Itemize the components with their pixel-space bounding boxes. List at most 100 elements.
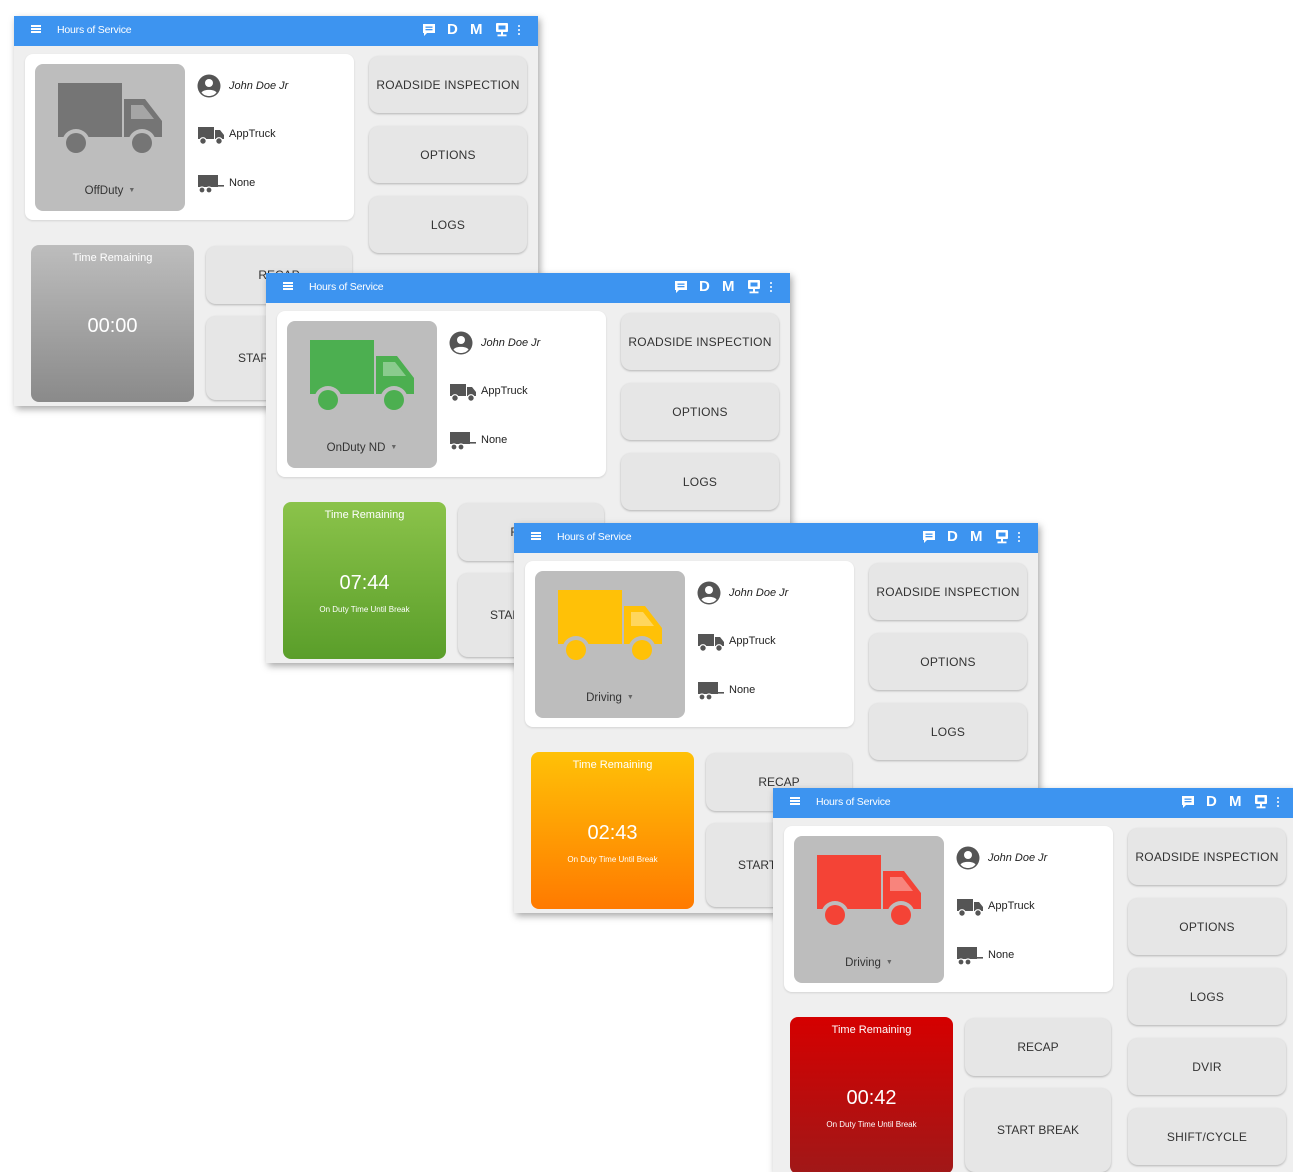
duty-status-text: OffDuty xyxy=(84,185,124,197)
eld-device-icon[interactable] xyxy=(995,529,1009,545)
truck-status-icon xyxy=(558,590,662,664)
message-icon[interactable] xyxy=(674,280,688,294)
options-button[interactable]: OPTIONS xyxy=(369,126,527,183)
start-break-button[interactable]: START BREAK xyxy=(965,1088,1111,1172)
malfunction-m-button[interactable]: M xyxy=(970,528,983,545)
duty-status-selector[interactable]: OnDuty ND ▼ xyxy=(287,321,437,468)
hamburger-menu-icon[interactable] xyxy=(283,282,293,290)
trailer-name: None xyxy=(988,949,1015,961)
overflow-menu-icon[interactable] xyxy=(518,25,521,37)
roadside-inspection-button[interactable]: ROADSIDE INSPECTION xyxy=(621,313,779,370)
dot-inspection-d-button[interactable]: D xyxy=(699,278,710,295)
person-account-icon xyxy=(197,74,221,98)
options-button[interactable]: OPTIONS xyxy=(869,633,1027,690)
app-title: Hours of Service xyxy=(57,24,132,36)
time-remaining-value: 02:43 xyxy=(587,822,638,844)
vehicle-truck-icon xyxy=(698,634,724,652)
driver-name: John Doe Jr xyxy=(229,80,289,92)
duty-status-text: Driving xyxy=(586,692,622,704)
vehicle-name: AppTruck xyxy=(729,635,776,647)
roadside-inspection-button[interactable]: ROADSIDE INSPECTION xyxy=(369,56,527,113)
dropdown-caret-icon: ▼ xyxy=(885,959,893,967)
hos-screen-4: Hours of Service D M Driving ▼ John Doe … xyxy=(773,788,1293,1172)
trailer-icon xyxy=(198,175,224,194)
person-account-icon xyxy=(697,581,721,605)
driver-status-card: Driving ▼ John Doe Jr AppTruck None xyxy=(525,561,854,727)
malfunction-m-button[interactable]: M xyxy=(470,21,483,38)
trailer-name: None xyxy=(481,434,508,446)
app-bar: Hours of Service D M xyxy=(266,273,790,303)
time-remaining-title: Time Remaining xyxy=(572,759,653,771)
vehicle-truck-icon xyxy=(450,384,476,402)
dot-inspection-d-button[interactable]: D xyxy=(947,528,958,545)
overflow-menu-icon[interactable] xyxy=(1277,797,1280,809)
trailer-name: None xyxy=(229,177,256,189)
time-remaining-title: Time Remaining xyxy=(324,509,405,521)
truck-status-icon xyxy=(817,855,921,929)
message-icon[interactable] xyxy=(1181,795,1195,809)
trailer-icon xyxy=(698,682,724,701)
time-remaining-subtitle: On Duty Time Until Break xyxy=(319,605,410,614)
duty-status-selector[interactable]: OffDuty ▼ xyxy=(35,64,185,211)
logs-button[interactable]: LOGS xyxy=(621,453,779,510)
app-bar: Hours of Service D M xyxy=(514,523,1038,553)
dropdown-caret-icon: ▼ xyxy=(128,187,136,195)
logs-button[interactable]: LOGS xyxy=(1128,968,1286,1025)
app-bar: Hours of Service D M xyxy=(773,788,1293,818)
truck-status-icon xyxy=(310,340,414,414)
recap-button[interactable]: RECAP xyxy=(965,1018,1111,1076)
time-remaining-panel: Time Remaining 07:44 On Duty Time Until … xyxy=(283,502,446,659)
truck-status-icon xyxy=(58,83,162,157)
duty-status-label: Driving ▼ xyxy=(535,692,685,704)
time-remaining-value: 00:00 xyxy=(87,315,138,337)
time-remaining-subtitle: On Duty Time Until Break xyxy=(567,855,658,864)
options-button[interactable]: OPTIONS xyxy=(621,383,779,440)
vehicle-truck-icon xyxy=(957,899,983,917)
time-remaining-title: Time Remaining xyxy=(831,1024,912,1036)
duty-status-text: Driving xyxy=(845,957,881,969)
duty-status-label: OffDuty ▼ xyxy=(35,185,185,197)
logs-button[interactable]: LOGS xyxy=(869,703,1027,760)
vehicle-name: AppTruck xyxy=(988,900,1035,912)
driver-name: John Doe Jr xyxy=(729,587,789,599)
trailer-icon xyxy=(450,432,476,451)
time-remaining-panel: Time Remaining 02:43 On Duty Time Until … xyxy=(531,752,694,909)
person-account-icon xyxy=(449,331,473,355)
eld-device-icon[interactable] xyxy=(495,22,509,38)
driver-name: John Doe Jr xyxy=(988,852,1048,864)
malfunction-m-button[interactable]: M xyxy=(722,278,735,295)
dot-inspection-d-button[interactable]: D xyxy=(1206,793,1217,810)
options-button[interactable]: OPTIONS xyxy=(1128,898,1286,955)
app-title: Hours of Service xyxy=(816,796,891,808)
time-remaining-value: 00:42 xyxy=(846,1087,897,1109)
hamburger-menu-icon[interactable] xyxy=(31,25,41,33)
duty-status-label: OnDuty ND ▼ xyxy=(287,442,437,454)
eld-device-icon[interactable] xyxy=(747,279,761,295)
eld-device-icon[interactable] xyxy=(1254,794,1268,810)
driver-status-card: Driving ▼ John Doe Jr AppTruck None xyxy=(784,826,1113,992)
dvir-button[interactable]: DVIR xyxy=(1128,1038,1286,1095)
person-account-icon xyxy=(956,846,980,870)
roadside-inspection-button[interactable]: ROADSIDE INSPECTION xyxy=(1128,828,1286,885)
hamburger-menu-icon[interactable] xyxy=(790,797,800,805)
dot-inspection-d-button[interactable]: D xyxy=(447,21,458,38)
trailer-icon xyxy=(957,947,983,966)
duty-status-selector[interactable]: Driving ▼ xyxy=(535,571,685,718)
time-remaining-subtitle: On Duty Time Until Break xyxy=(826,1120,917,1129)
duty-status-selector[interactable]: Driving ▼ xyxy=(794,836,944,983)
app-title: Hours of Service xyxy=(557,531,632,543)
overflow-menu-icon[interactable] xyxy=(1018,532,1021,544)
hamburger-menu-icon[interactable] xyxy=(531,532,541,540)
logs-button[interactable]: LOGS xyxy=(369,196,527,253)
driver-status-card: OffDuty ▼ John Doe Jr AppTruck None xyxy=(25,54,354,220)
roadside-inspection-button[interactable]: ROADSIDE INSPECTION xyxy=(869,563,1027,620)
malfunction-m-button[interactable]: M xyxy=(1229,793,1242,810)
app-bar: Hours of Service D M xyxy=(14,16,538,46)
message-icon[interactable] xyxy=(922,530,936,544)
overflow-menu-icon[interactable] xyxy=(770,282,773,294)
message-icon[interactable] xyxy=(422,23,436,37)
duty-status-label: Driving ▼ xyxy=(794,957,944,969)
shift-cycle-button[interactable]: SHIFT/CYCLE xyxy=(1128,1108,1286,1165)
dropdown-caret-icon: ▼ xyxy=(626,694,634,702)
driver-name: John Doe Jr xyxy=(481,337,541,349)
